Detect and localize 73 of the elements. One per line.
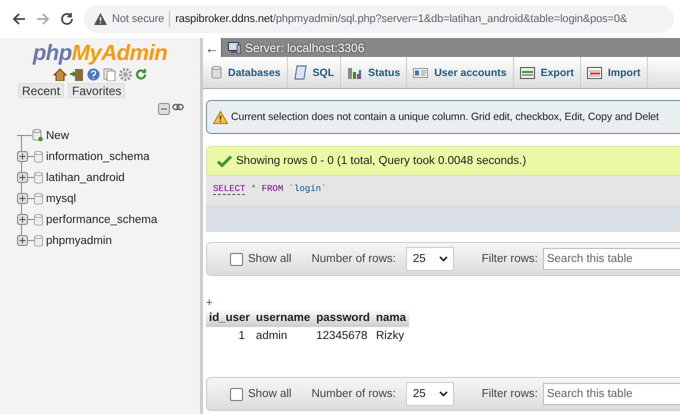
rows-dropdown[interactable]: 25 [406, 382, 454, 406]
address-bar[interactable]: Not secure raspibroker.ddns.net/phpmyadmin/sql.php?server=1&db=latihan_android&table=login&pos=0& [84, 5, 674, 33]
bar-chart-icon [347, 66, 362, 80]
reload-icon[interactable] [60, 12, 74, 26]
server-title[interactable]: Server: localhost:3306 [245, 40, 364, 54]
sql-query: SELECT * FROM `login` [206, 176, 680, 205]
id-card-icon [413, 68, 428, 78]
warning-icon [213, 110, 228, 124]
collapse-all-icon[interactable] [158, 103, 170, 115]
filter-field[interactable]: Search this table [542, 248, 680, 270]
filter-rows-label: Filter rows: [482, 253, 538, 265]
import-icon [586, 66, 602, 80]
expand-icon[interactable] [17, 235, 28, 246]
logo-text[interactable]: phpMyAdmin [32, 40, 168, 66]
database-tree-item[interactable]: New [46, 130, 70, 142]
filter-field[interactable]: Search this table [542, 383, 680, 405]
rows-label: Number of rows: [311, 253, 396, 265]
sidebar-tab-button[interactable]: Recent [18, 83, 64, 98]
collapse-sidebar-button[interactable]: ← [203, 38, 222, 57]
nav-tab[interactable]: Export [514, 57, 581, 88]
url-text: raspibroker.ddns.net/phpmyadmin/sql.php?server=1&db=latihan_android&table=login&pos=0& [175, 13, 628, 25]
database-tree-item[interactable]: mysql [46, 192, 76, 204]
table-cell: admin [252, 327, 314, 345]
column-header[interactable]: nama [372, 309, 409, 327]
settings-icon[interactable] [119, 68, 132, 81]
rows-dropdown[interactable]: 25 [406, 247, 454, 271]
back-icon[interactable] [12, 12, 26, 26]
nav-tab[interactable]: SQL [288, 57, 342, 88]
chevron-down-icon [438, 391, 448, 397]
database-tree-item[interactable]: latihan_android [46, 172, 125, 184]
expand-icon[interactable] [17, 151, 28, 162]
sidebar-tab-button[interactable]: Favorites [68, 83, 126, 98]
show-all-label[interactable]: Show all [248, 253, 292, 265]
forward-icon[interactable] [36, 12, 50, 26]
expand-icon[interactable] [17, 214, 28, 225]
expand-options-link[interactable]: + [206, 298, 212, 308]
nav-tab[interactable]: Databases [205, 57, 288, 88]
warning-icon [94, 13, 107, 25]
nav-tab[interactable]: Import [580, 57, 648, 88]
show-all-checkbox[interactable] [230, 252, 243, 266]
warning-text: Current selection does not contain a unique column. Grid edit, checkbox, Edit, Copy and Delet [231, 111, 659, 123]
database-tree-item[interactable]: information_schema [46, 150, 150, 162]
chevron-down-icon [438, 256, 448, 262]
rows-label: Number of rows: [311, 388, 396, 400]
nav-tab[interactable]: User accounts [407, 57, 514, 88]
expand-icon[interactable] [17, 172, 28, 183]
table-cell: Rizky [372, 327, 409, 345]
column-header[interactable]: id_user [206, 309, 253, 327]
checkmark-icon [217, 155, 232, 167]
exit-icon[interactable] [70, 68, 84, 81]
security-label: Not secure [112, 13, 164, 25]
expand-icon[interactable] [17, 193, 28, 204]
database-tree-item[interactable]: phpmyadmin [46, 234, 112, 246]
link-icon[interactable] [172, 103, 184, 111]
table-cell: 1 [206, 327, 253, 345]
export-icon [520, 66, 535, 80]
document-icon [294, 65, 307, 80]
home-icon[interactable] [53, 68, 67, 81]
database-tree-item[interactable]: performance_schema [46, 214, 158, 226]
column-header[interactable]: username [252, 309, 314, 327]
help-icon[interactable] [87, 68, 100, 81]
database-icon [211, 66, 222, 79]
new-database-icon[interactable] [32, 129, 43, 142]
table-cell: 12345678 [313, 327, 373, 345]
refresh-icon[interactable] [135, 68, 147, 81]
documents-icon[interactable] [103, 68, 116, 81]
success-text: Showing rows 0 - 0 (1 total, Query took 0.0048 seconds.) [236, 155, 526, 167]
show-all-label[interactable]: Show all [248, 388, 292, 400]
nav-tab[interactable]: Status [341, 57, 408, 88]
filter-rows-label: Filter rows: [482, 388, 538, 400]
server-icon [228, 42, 241, 54]
show-all-checkbox[interactable] [230, 388, 243, 400]
column-header[interactable]: password [313, 309, 373, 327]
